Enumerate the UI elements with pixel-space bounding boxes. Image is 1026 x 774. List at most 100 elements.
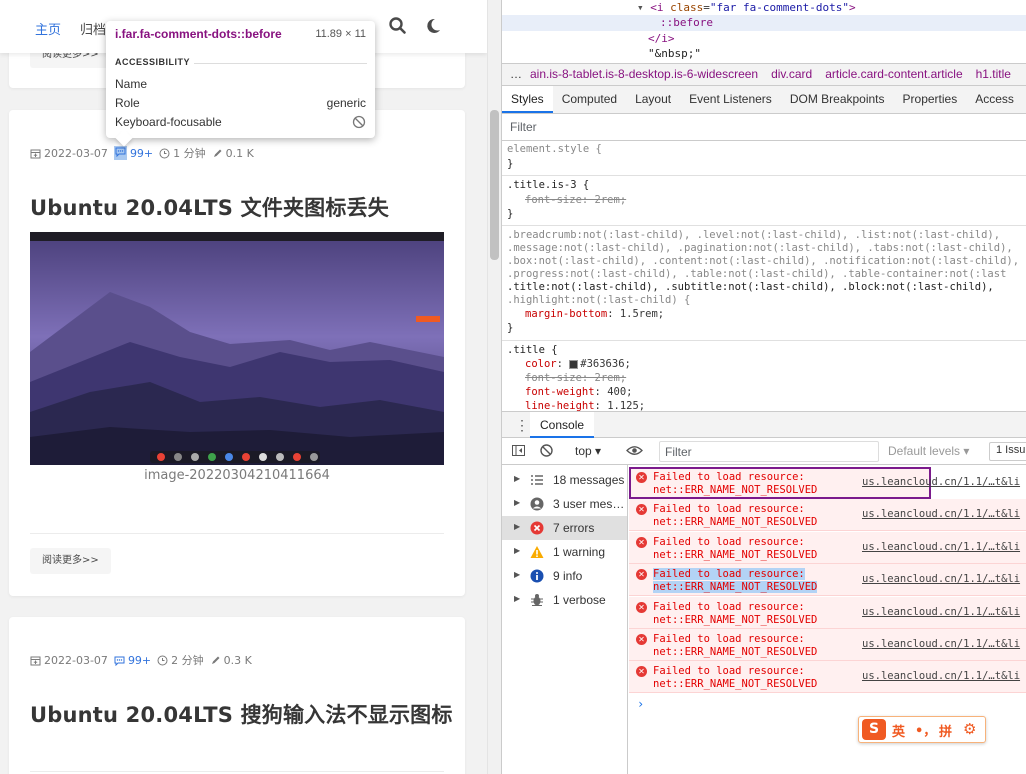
- tooltip-section-title: ACCESSIBILITY: [115, 57, 191, 67]
- tab-styles[interactable]: Styles: [502, 86, 553, 113]
- post-read-time: 1 分钟: [159, 145, 206, 161]
- post-card: 2022-03-07 99+ 2 分钟 0.3 K Ubuntu 20.04LT…: [9, 617, 465, 774]
- console-error-message[interactable]: ✕ Failed to load resource: net::ERR_NAME…: [629, 564, 1026, 596]
- comment-dots-icon: [114, 656, 125, 666]
- nav-archive-link[interactable]: 归档: [80, 19, 106, 38]
- issues-button[interactable]: 1 Issu: [989, 442, 1026, 461]
- console-error-message[interactable]: ✕ Failed to load resource: net::ERR_NAME…: [629, 499, 1026, 531]
- style-rule-not-last-child: .breadcrumb:not(:last-child), .level:not…: [502, 226, 1026, 341]
- moon-icon[interactable]: [423, 16, 443, 36]
- console-message-source[interactable]: us.leancloud.cn/1.1/…t&li: [862, 573, 1020, 585]
- dom-node-text[interactable]: "&nbsp;": [502, 46, 1026, 62]
- style-prop-color[interactable]: color: #363636;: [525, 358, 631, 371]
- breadcrumb: … ain.is-8-tablet.is-8-desktop.is-6-wides…: [502, 63, 1026, 86]
- console-message-source[interactable]: us.leancloud.cn/1.1/…t&li: [862, 638, 1020, 650]
- styles-filter[interactable]: Filter: [502, 114, 1026, 141]
- post-meta: 2022-03-07 99+ 2 分钟 0.3 K: [30, 652, 258, 668]
- comment-dots-icon: [113, 146, 127, 160]
- clock-icon: [159, 148, 170, 158]
- style-prop-margin-bottom[interactable]: margin-bottom: 1.5rem;: [525, 308, 664, 321]
- breadcrumb-overflow[interactable]: …: [510, 67, 522, 81]
- breadcrumb-item[interactable]: ain.is-8-tablet.is-8-desktop.is-6-widesc…: [530, 67, 758, 81]
- eye-icon[interactable]: [626, 443, 643, 461]
- post-card: 2022-03-07 99+ 1 分钟 0.1 K Ubuntu 20.04LT…: [9, 110, 465, 596]
- calendar-icon: [30, 149, 41, 158]
- context-selector[interactable]: top ▾: [575, 444, 601, 458]
- clear-console-icon[interactable]: [539, 443, 554, 461]
- sidebar-item-warnings[interactable]: ▶ 1 warning: [502, 540, 627, 564]
- ime-punctuation-toggle[interactable]: •，: [915, 720, 936, 739]
- blog-page: 主页 归档 阅读更多>> 2022-03-07 99+ 1 分钟 0.1 K U…: [0, 0, 487, 774]
- tab-dom-breakpoints[interactable]: DOM Breakpoints: [781, 86, 894, 113]
- sogou-logo[interactable]: S: [862, 719, 886, 740]
- comment-count: 99+: [129, 146, 154, 160]
- error-icon: ✕: [636, 634, 647, 645]
- more-options-icon[interactable]: ⋮: [515, 417, 529, 434]
- ime-toolbar[interactable]: S 英 •， 拼 ⚙: [858, 716, 986, 743]
- sidebar-item-info[interactable]: ▶ 9 info: [502, 564, 627, 588]
- post-comments[interactable]: 99+: [114, 654, 151, 667]
- dom-node-close[interactable]: </i>: [502, 31, 1026, 47]
- search-icon[interactable]: [388, 16, 408, 36]
- sidebar-item-verbose[interactable]: ▶ 1 verbose: [502, 588, 627, 612]
- console-error-message[interactable]: ✕ Failed to load resource: net::ERR_NAME…: [629, 597, 1026, 629]
- tab-computed[interactable]: Computed: [553, 86, 626, 113]
- error-icon: ✕: [636, 666, 647, 677]
- post-title[interactable]: Ubuntu 20.04LTS 搜狗输入法不显示图标: [30, 699, 453, 729]
- styles-pane: element.style { } .title.is-3 { font-siz…: [502, 141, 1026, 411]
- color-swatch[interactable]: [569, 359, 579, 369]
- sidebar-item-messages[interactable]: ▶ 18 messages: [502, 468, 627, 492]
- tab-layout[interactable]: Layout: [626, 86, 680, 113]
- tab-accessibility[interactable]: Access: [966, 86, 1023, 113]
- page-scrollbar[interactable]: [487, 0, 501, 774]
- gear-icon[interactable]: ⚙: [963, 720, 976, 738]
- info-icon: [530, 569, 544, 583]
- error-icon: ✕: [636, 504, 647, 515]
- sidebar-toggle-icon[interactable]: [511, 443, 526, 461]
- list-icon: [530, 473, 544, 487]
- post-comments[interactable]: 99+: [113, 146, 154, 160]
- post-title[interactable]: Ubuntu 20.04LTS 文件夹图标丢失: [30, 192, 389, 222]
- tooltip-row-name: Name: [115, 77, 148, 91]
- nav-home-link[interactable]: 主页: [35, 19, 61, 38]
- clock-icon: [157, 655, 168, 665]
- inspect-tooltip: i.far.fa-comment-dots::before 11.89 × 11…: [106, 21, 375, 147]
- post-word-count: 0.1 K: [212, 147, 254, 160]
- breadcrumb-item[interactable]: h1.title: [976, 67, 1011, 81]
- tooltip-dimensions: 11.89 × 11: [315, 28, 366, 40]
- log-levels-dropdown[interactable]: Default levels ▾: [888, 444, 969, 458]
- console-error-message[interactable]: ✕ Failed to load resource: net::ERR_NAME…: [629, 661, 1026, 693]
- styles-filter-input[interactable]: Filter: [510, 120, 537, 134]
- console-message-source[interactable]: us.leancloud.cn/1.1/…t&li: [862, 508, 1020, 520]
- card-divider: [30, 533, 444, 534]
- post-date: 2022-03-07: [30, 147, 108, 160]
- tab-properties[interactable]: Properties: [894, 86, 967, 113]
- console-filter-input[interactable]: Filter: [659, 441, 879, 462]
- tooltip-row-role: Role generic: [115, 96, 366, 110]
- tab-event-listeners[interactable]: Event Listeners: [680, 86, 781, 113]
- sidebar-item-user-messages[interactable]: ▶ 3 user mes…: [502, 492, 627, 516]
- sidebar-item-errors[interactable]: ▶ 7 errors: [502, 516, 627, 540]
- post-meta: 2022-03-07 99+ 1 分钟 0.1 K: [30, 145, 260, 161]
- console-prompt[interactable]: ›: [637, 697, 644, 711]
- scrollbar-thumb[interactable]: [490, 110, 499, 260]
- console-error-message[interactable]: ✕ Failed to load resource: net::ERR_NAME…: [629, 532, 1026, 564]
- read-more-button[interactable]: 阅读更多>>: [30, 548, 111, 574]
- console-message-source[interactable]: us.leancloud.cn/1.1/…t&li: [862, 670, 1020, 682]
- breadcrumb-item[interactable]: article.card-content.article: [825, 67, 962, 81]
- calendar-icon: [30, 656, 41, 665]
- style-prop-font-weight[interactable]: font-weight: 400;: [525, 386, 632, 399]
- dom-node-before[interactable]: ::before: [502, 15, 1026, 31]
- console-message-source[interactable]: us.leancloud.cn/1.1/…t&li: [862, 541, 1020, 553]
- console-message-source[interactable]: us.leancloud.cn/1.1/…t&li: [862, 606, 1020, 618]
- dom-tree: ▾ <i class="far fa-comment-dots"> ::befo…: [502, 0, 1026, 62]
- caret-right-icon: ▶: [514, 570, 521, 579]
- style-prop-line-height[interactable]: line-height: 1.125;: [525, 400, 645, 411]
- console-toolbar: top ▾ Filter Default levels ▾ 1 Issu: [502, 438, 1026, 465]
- breadcrumb-item[interactable]: div.card: [771, 67, 812, 81]
- ime-pinyin-toggle[interactable]: 拼: [939, 721, 952, 740]
- tab-console[interactable]: Console: [530, 412, 595, 438]
- ime-mode-toggle[interactable]: 英: [892, 721, 905, 740]
- console-error-message[interactable]: ✕ Failed to load resource: net::ERR_NAME…: [629, 629, 1026, 661]
- dom-node-i[interactable]: ▾ <i class="far fa-comment-dots">: [502, 0, 1026, 16]
